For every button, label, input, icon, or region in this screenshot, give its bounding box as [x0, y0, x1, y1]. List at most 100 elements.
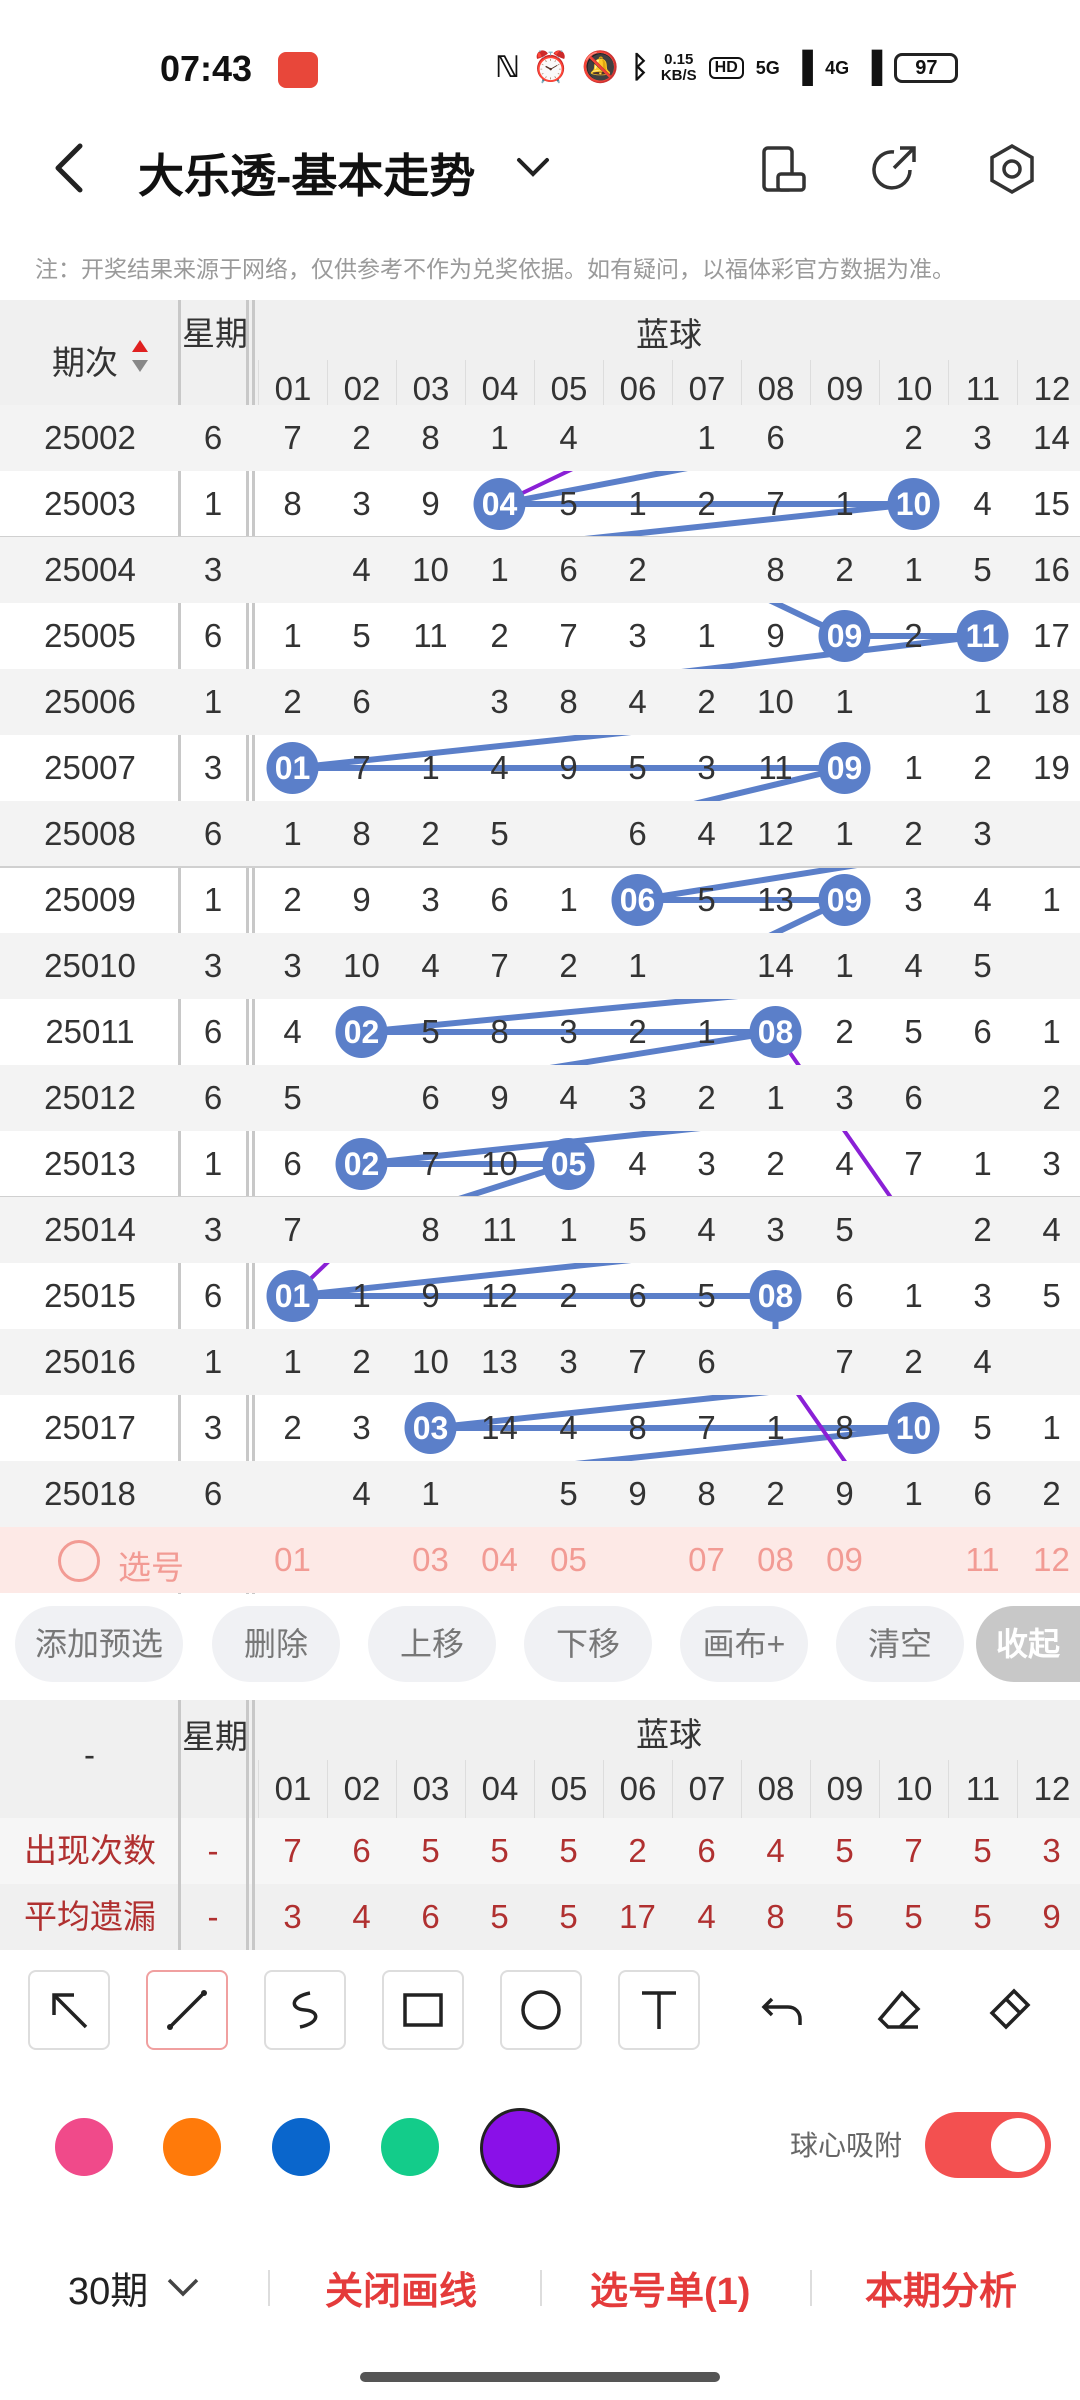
- pick-list-button[interactable]: 选号单(1): [590, 2260, 750, 2315]
- pick-num[interactable]: 05: [534, 1527, 603, 1593]
- action-button-4[interactable]: 画布+: [680, 1606, 808, 1682]
- omit-cell: 5: [973, 947, 992, 984]
- omit-cell: 1: [973, 683, 992, 720]
- week-cell: 6: [203, 815, 223, 852]
- clear-tool[interactable]: [968, 1970, 1050, 2050]
- stats-val: 6: [352, 1832, 371, 1869]
- omit-cell: 12: [757, 815, 794, 852]
- action-button-6[interactable]: 收起: [976, 1606, 1080, 1682]
- analysis-button[interactable]: 本期分析: [865, 2260, 1017, 2315]
- text-tool[interactable]: [618, 1970, 700, 2050]
- pick-num[interactable]: 01: [258, 1527, 327, 1593]
- omit-cell: 5: [421, 1013, 440, 1050]
- omit-cell: 4: [973, 1343, 992, 1380]
- omit-cell: 4: [973, 485, 992, 522]
- omit-cell: 3: [628, 1079, 647, 1116]
- action-button-0[interactable]: 添加预选: [15, 1606, 183, 1682]
- color-swatch-1[interactable]: [163, 2118, 221, 2176]
- period-cell: 25010: [44, 947, 136, 984]
- omit-cell: 1: [835, 815, 854, 852]
- pick-num[interactable]: 11: [948, 1527, 1017, 1593]
- omit-cell: 7: [766, 485, 785, 522]
- stats-col-group: 蓝球: [636, 1716, 702, 1753]
- ball-number: 04: [482, 486, 518, 522]
- stats-col-num: 10: [879, 1760, 948, 1818]
- stats-col-num: 02: [327, 1760, 396, 1818]
- pick-num[interactable]: 07: [672, 1527, 741, 1593]
- stats-col-num: 03: [396, 1760, 465, 1818]
- action-button-3[interactable]: 下移: [524, 1606, 652, 1682]
- color-swatch-0[interactable]: [55, 2118, 113, 2176]
- period-cell: 25012: [44, 1079, 136, 1116]
- action-button-5[interactable]: 清空: [836, 1606, 964, 1682]
- pick-num[interactable]: 08: [741, 1527, 810, 1593]
- omit-cell: 9: [766, 617, 785, 654]
- undo-tool[interactable]: [740, 1970, 822, 2050]
- omit-cell: 7: [421, 1145, 440, 1182]
- omit-cell: 3: [628, 617, 647, 654]
- snap-label: 球心吸附: [790, 2130, 903, 2161]
- omit-cell: 5: [973, 1409, 992, 1446]
- stats-val: 5: [904, 1898, 923, 1935]
- week-cell: 3: [203, 1409, 223, 1446]
- omit-cell: 4: [904, 947, 923, 984]
- pick-num[interactable]: 03: [396, 1527, 465, 1593]
- omit-cell: 7: [283, 419, 302, 456]
- omit-cell: 1: [421, 1475, 440, 1512]
- omit-cell: 5: [835, 1211, 854, 1248]
- omit-cell: 6: [628, 1277, 647, 1314]
- circle-tool[interactable]: [500, 1970, 582, 2050]
- omit-cell: 1: [835, 947, 854, 984]
- week-cell: 6: [203, 1013, 223, 1050]
- omit-cell: 9: [421, 1277, 440, 1314]
- close-draw-button[interactable]: 关闭画线: [325, 2260, 477, 2315]
- omit-cell: 8: [283, 485, 302, 522]
- color-swatch-3[interactable]: [381, 2118, 439, 2176]
- omit-cell: 5: [1042, 1277, 1061, 1314]
- stats-divider: [246, 1700, 249, 1950]
- rect-tool[interactable]: [382, 1970, 464, 2050]
- curve-tool[interactable]: [264, 1970, 346, 2050]
- snap-toggle[interactable]: [925, 2112, 1051, 2178]
- omit-cell: 4: [697, 815, 716, 852]
- action-button-row: 添加预选 删除 上移 下移 画布+ 清空 收起: [0, 1606, 1080, 1686]
- stats-week: -: [207, 1832, 219, 1869]
- line-tool[interactable]: [146, 1970, 228, 2050]
- omit-cell: 3: [697, 1145, 716, 1182]
- action-button-2[interactable]: 上移: [368, 1606, 496, 1682]
- omit-cell: 6: [421, 1079, 440, 1116]
- divider: [810, 2270, 812, 2306]
- omit-cell: 2: [352, 419, 371, 456]
- ball-number: 03: [413, 1410, 449, 1446]
- ball-number: 09: [827, 618, 863, 654]
- omit-cell: 7: [490, 947, 509, 984]
- chevron-down-icon[interactable]: [165, 2276, 201, 2300]
- omit-cell: 1: [283, 1343, 302, 1380]
- stats-val: 5: [835, 1898, 854, 1935]
- week-cell: 6: [203, 1475, 223, 1512]
- omit-cell: 5: [628, 1211, 647, 1248]
- period-cell: 25017: [44, 1409, 136, 1446]
- period-cell: 25007: [44, 749, 136, 786]
- omit-cell: 7: [283, 1211, 302, 1248]
- arrow-tool[interactable]: [28, 1970, 110, 2050]
- omit-cell: 1: [697, 1013, 716, 1050]
- stats-col-num: 12: [1017, 1760, 1080, 1818]
- color-swatch-4[interactable]: [480, 2108, 560, 2188]
- period-select[interactable]: 30期: [68, 2260, 148, 2315]
- omit-cell: 8: [421, 419, 440, 456]
- omit-cell: 8: [766, 551, 785, 588]
- omit-cell: 5: [352, 617, 371, 654]
- omit-cell: 5: [490, 815, 509, 852]
- omit-cell: 3: [1042, 1145, 1061, 1182]
- pick-radio[interactable]: [58, 1540, 100, 1582]
- eraser-tool[interactable]: [858, 1970, 940, 2050]
- period-cell: 25002: [44, 419, 136, 456]
- omit-cell: 9: [421, 485, 440, 522]
- period-cell: 25015: [44, 1277, 136, 1314]
- color-swatch-2[interactable]: [272, 2118, 330, 2176]
- pick-num[interactable]: 04: [465, 1527, 534, 1593]
- pick-num[interactable]: 09: [810, 1527, 879, 1593]
- action-button-1[interactable]: 删除: [212, 1606, 340, 1682]
- pick-num[interactable]: 12: [1017, 1527, 1080, 1593]
